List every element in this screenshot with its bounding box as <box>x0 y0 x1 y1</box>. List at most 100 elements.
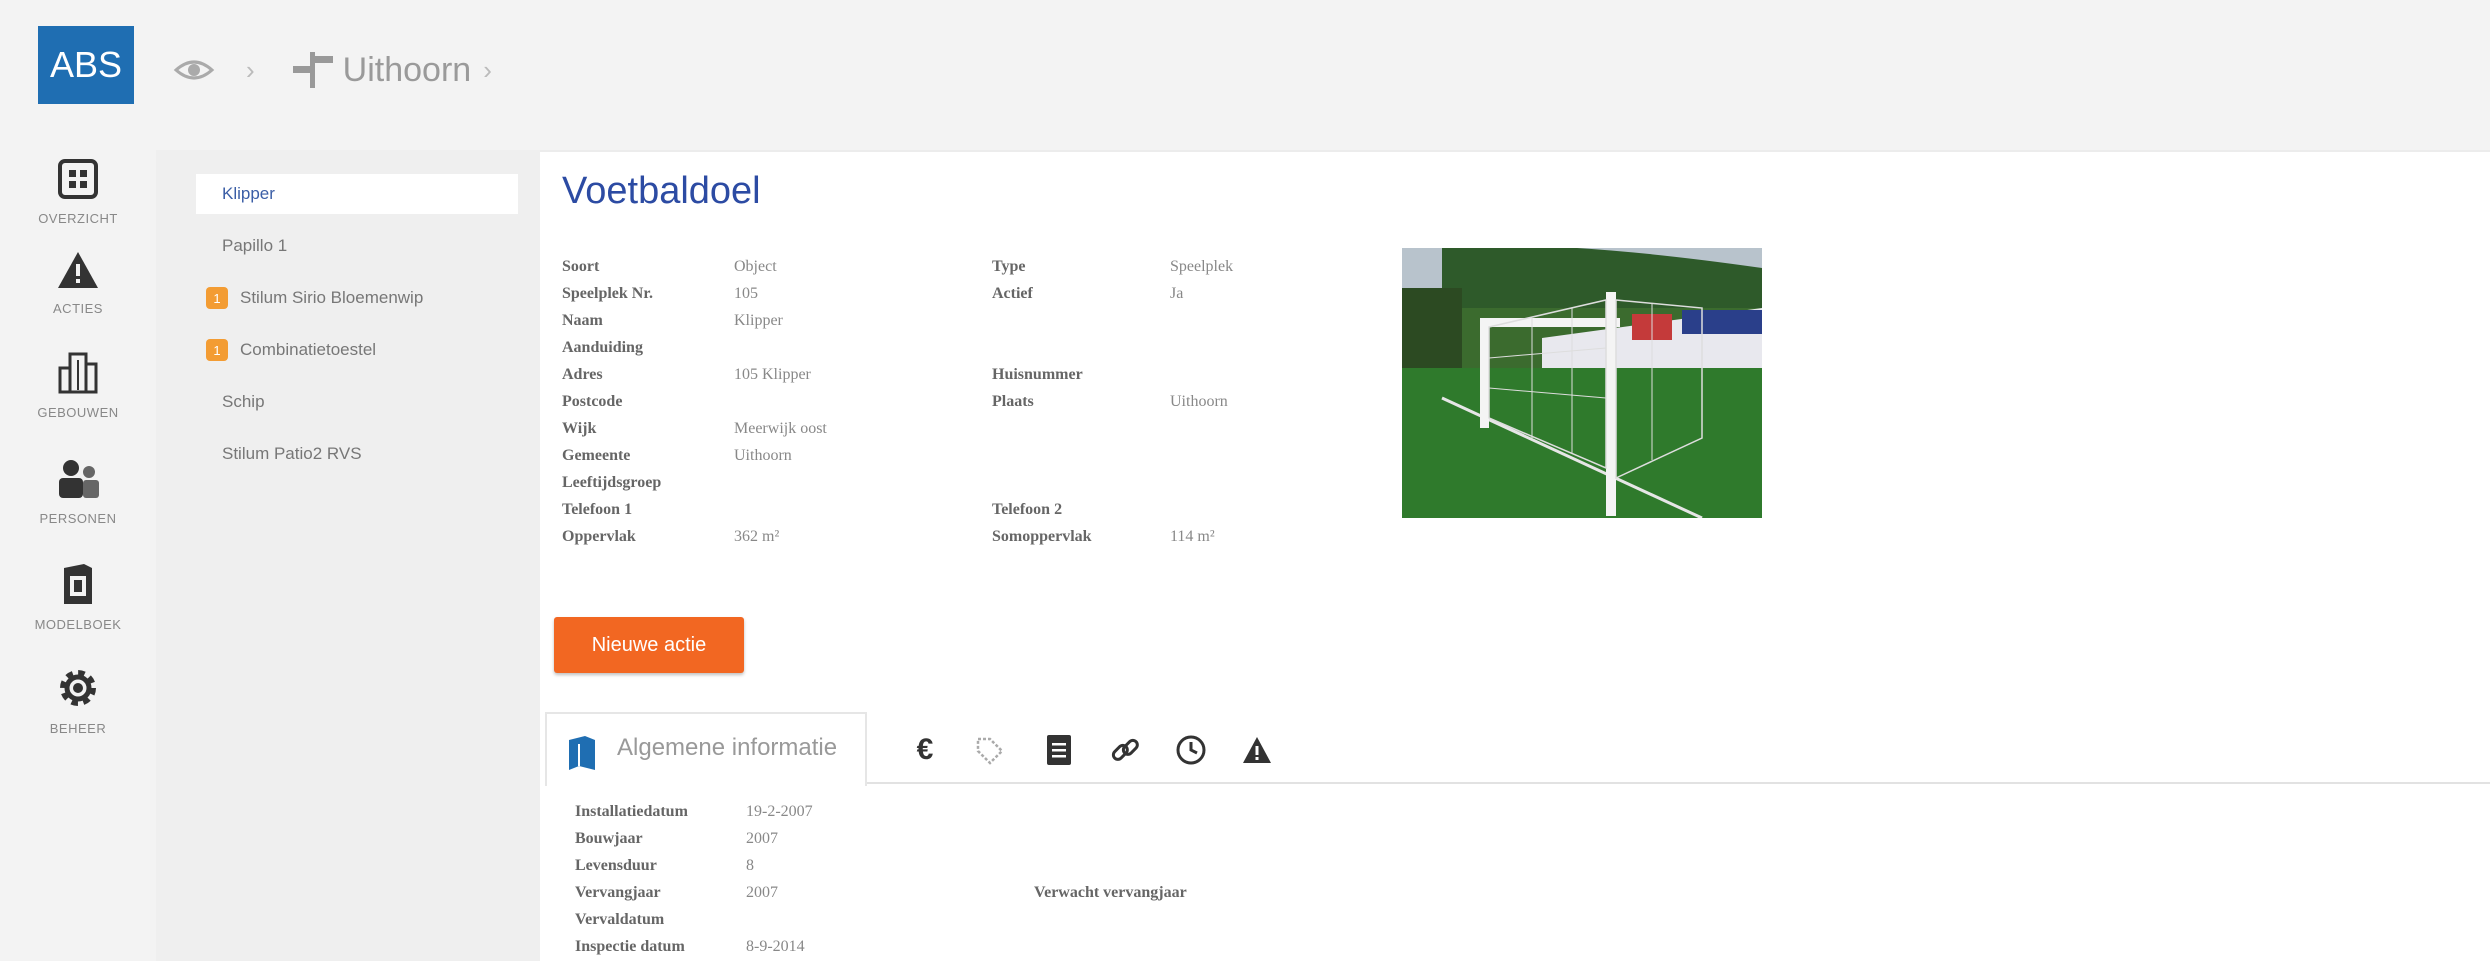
property-value: Speelplek <box>1170 258 1234 275</box>
object-list-item-label: Stilum Patio2 RVS <box>222 444 362 463</box>
property-label: Naam <box>562 312 603 329</box>
gear-icon <box>60 670 96 706</box>
warning-icon <box>58 252 98 288</box>
property-label: Plaats <box>992 393 1034 410</box>
property-label: Aanduiding <box>562 339 643 356</box>
object-list-item-label: Papillo 1 <box>222 236 288 255</box>
property-value: 114 m² <box>1170 528 1215 545</box>
nav-label: BEHEER <box>49 721 107 736</box>
people-icon <box>59 460 99 498</box>
chevron-right-icon: › <box>483 54 492 85</box>
property-label: Oppervlak <box>562 528 636 545</box>
object-list-item[interactable]: Papillo 1 <box>196 226 518 266</box>
app-logo-text: ABS <box>49 44 123 85</box>
property-label: Adres <box>562 366 603 383</box>
nav-label: GEBOUWEN <box>37 405 119 420</box>
property-value: Object <box>734 258 777 275</box>
object-list-item[interactable]: 1 Stilum Sirio Bloemenwip <box>196 278 518 318</box>
object-list: Klipper Papillo 1 1 Stilum Sirio Bloemen… <box>156 150 540 961</box>
nav-label: PERSONEN <box>39 511 117 526</box>
object-title: Voetbaldoel <box>562 170 761 212</box>
clock-icon <box>1176 735 1206 765</box>
property-label: Speelplek Nr. <box>562 285 653 302</box>
object-list-item-label: Klipper <box>222 184 275 203</box>
property-value: Uithoorn <box>734 447 792 464</box>
object-list-item-label: Schip <box>222 392 265 411</box>
info-value: 19-2-2007 <box>746 803 813 820</box>
nav-label: OVERZICHT <box>38 211 118 226</box>
nav-label: ACTIES <box>53 301 103 316</box>
info-value: 2007 <box>746 830 778 847</box>
tab-history[interactable] <box>1171 730 1211 770</box>
top-bar: ABS › Uithoorn › <box>0 0 2490 152</box>
property-value: Meerwijk oost <box>734 420 827 437</box>
property-label: Type <box>992 258 1026 275</box>
property-label: Wijk <box>562 420 597 437</box>
dashboard-icon <box>58 159 98 199</box>
action-count-badge: 1 <box>206 339 228 361</box>
info-value: 8-9-2014 <box>746 938 805 955</box>
detail-tabs: Algemene informatie € <box>545 712 2490 786</box>
object-list-item-label: Combinatietoestel <box>240 340 377 359</box>
breadcrumb: › Uithoorn › <box>172 40 492 100</box>
nav-gebouwen[interactable]: GEBOUWEN <box>0 350 156 420</box>
info-label: Levensduur <box>575 857 657 874</box>
property-value: Ja <box>1170 285 1184 302</box>
info-label: Inspectie datum <box>575 938 685 955</box>
nav-overzicht[interactable]: OVERZICHT <box>0 158 156 226</box>
building-icon <box>58 352 98 394</box>
property-label: Somoppervlak <box>992 528 1092 545</box>
property-label: Leeftijdsgroep <box>562 474 662 491</box>
property-value: 105 Klipper <box>734 366 811 383</box>
info-label: Bouwjaar <box>575 830 643 847</box>
chevron-right-icon: › <box>246 54 255 85</box>
info-label: Installatiedatum <box>575 803 688 820</box>
property-value: Klipper <box>734 312 783 329</box>
new-action-button[interactable]: Nieuwe actie <box>554 617 744 673</box>
object-list-item[interactable]: Stilum Patio2 RVS <box>196 434 518 474</box>
nav-label: MODELBOEK <box>34 617 122 632</box>
property-value: Uithoorn <box>1170 393 1228 410</box>
signpost-icon <box>289 50 335 90</box>
nav-acties[interactable]: ACTIES <box>0 250 156 316</box>
tab-documents[interactable] <box>1039 730 1079 770</box>
info-value: 8 <box>746 857 754 874</box>
nav-beheer[interactable]: BEHEER <box>0 666 156 736</box>
property-value: 105 <box>734 285 758 302</box>
eye-icon[interactable] <box>172 52 216 88</box>
tab-general-info-label: Algemene informatie <box>617 734 838 761</box>
property-label: Huisnummer <box>992 366 1083 383</box>
property-label: Gemeente <box>562 447 631 464</box>
warning-icon <box>1243 737 1271 763</box>
object-list-item[interactable]: Schip <box>196 382 518 422</box>
tab-actions[interactable] <box>1237 730 1277 770</box>
property-label: Telefoon 2 <box>992 501 1063 518</box>
book-icon <box>569 736 595 770</box>
tag-icon <box>976 737 1004 765</box>
euro-icon: € <box>916 733 934 766</box>
info-value: 2007 <box>746 884 778 901</box>
object-list-item[interactable]: Klipper <box>196 174 518 214</box>
info-label: Vervaldatum <box>575 911 665 928</box>
main-navigation: OVERZICHT ACTIES GEBOUWEN PERSONEN MODEL… <box>0 150 156 961</box>
property-label: Actief <box>992 285 1033 302</box>
object-list-item[interactable]: 1 Combinatietoestel <box>196 330 518 370</box>
tab-general-info[interactable]: Algemene informatie <box>545 712 867 786</box>
object-list-item-label: Stilum Sirio Bloemenwip <box>240 288 424 307</box>
nav-modelboek[interactable]: MODELBOEK <box>0 562 156 632</box>
object-photo[interactable] <box>1402 248 1762 518</box>
nav-personen[interactable]: PERSONEN <box>0 458 156 526</box>
property-value: 362 m² <box>734 528 780 545</box>
tab-costs[interactable]: € <box>905 730 945 770</box>
tab-links[interactable] <box>1105 730 1145 770</box>
breadcrumb-location[interactable]: Uithoorn <box>343 51 472 90</box>
link-icon <box>1111 738 1139 761</box>
property-label: Telefoon 1 <box>562 501 633 518</box>
book-icon <box>64 564 92 604</box>
info-label: Vervangjaar <box>575 884 661 901</box>
tab-tags[interactable] <box>969 730 1009 770</box>
app-logo[interactable]: ABS <box>38 26 134 104</box>
property-label: Soort <box>562 258 600 275</box>
document-icon <box>1047 735 1071 765</box>
expected-replacement-label: Verwacht vervangjaar <box>1034 884 1187 901</box>
